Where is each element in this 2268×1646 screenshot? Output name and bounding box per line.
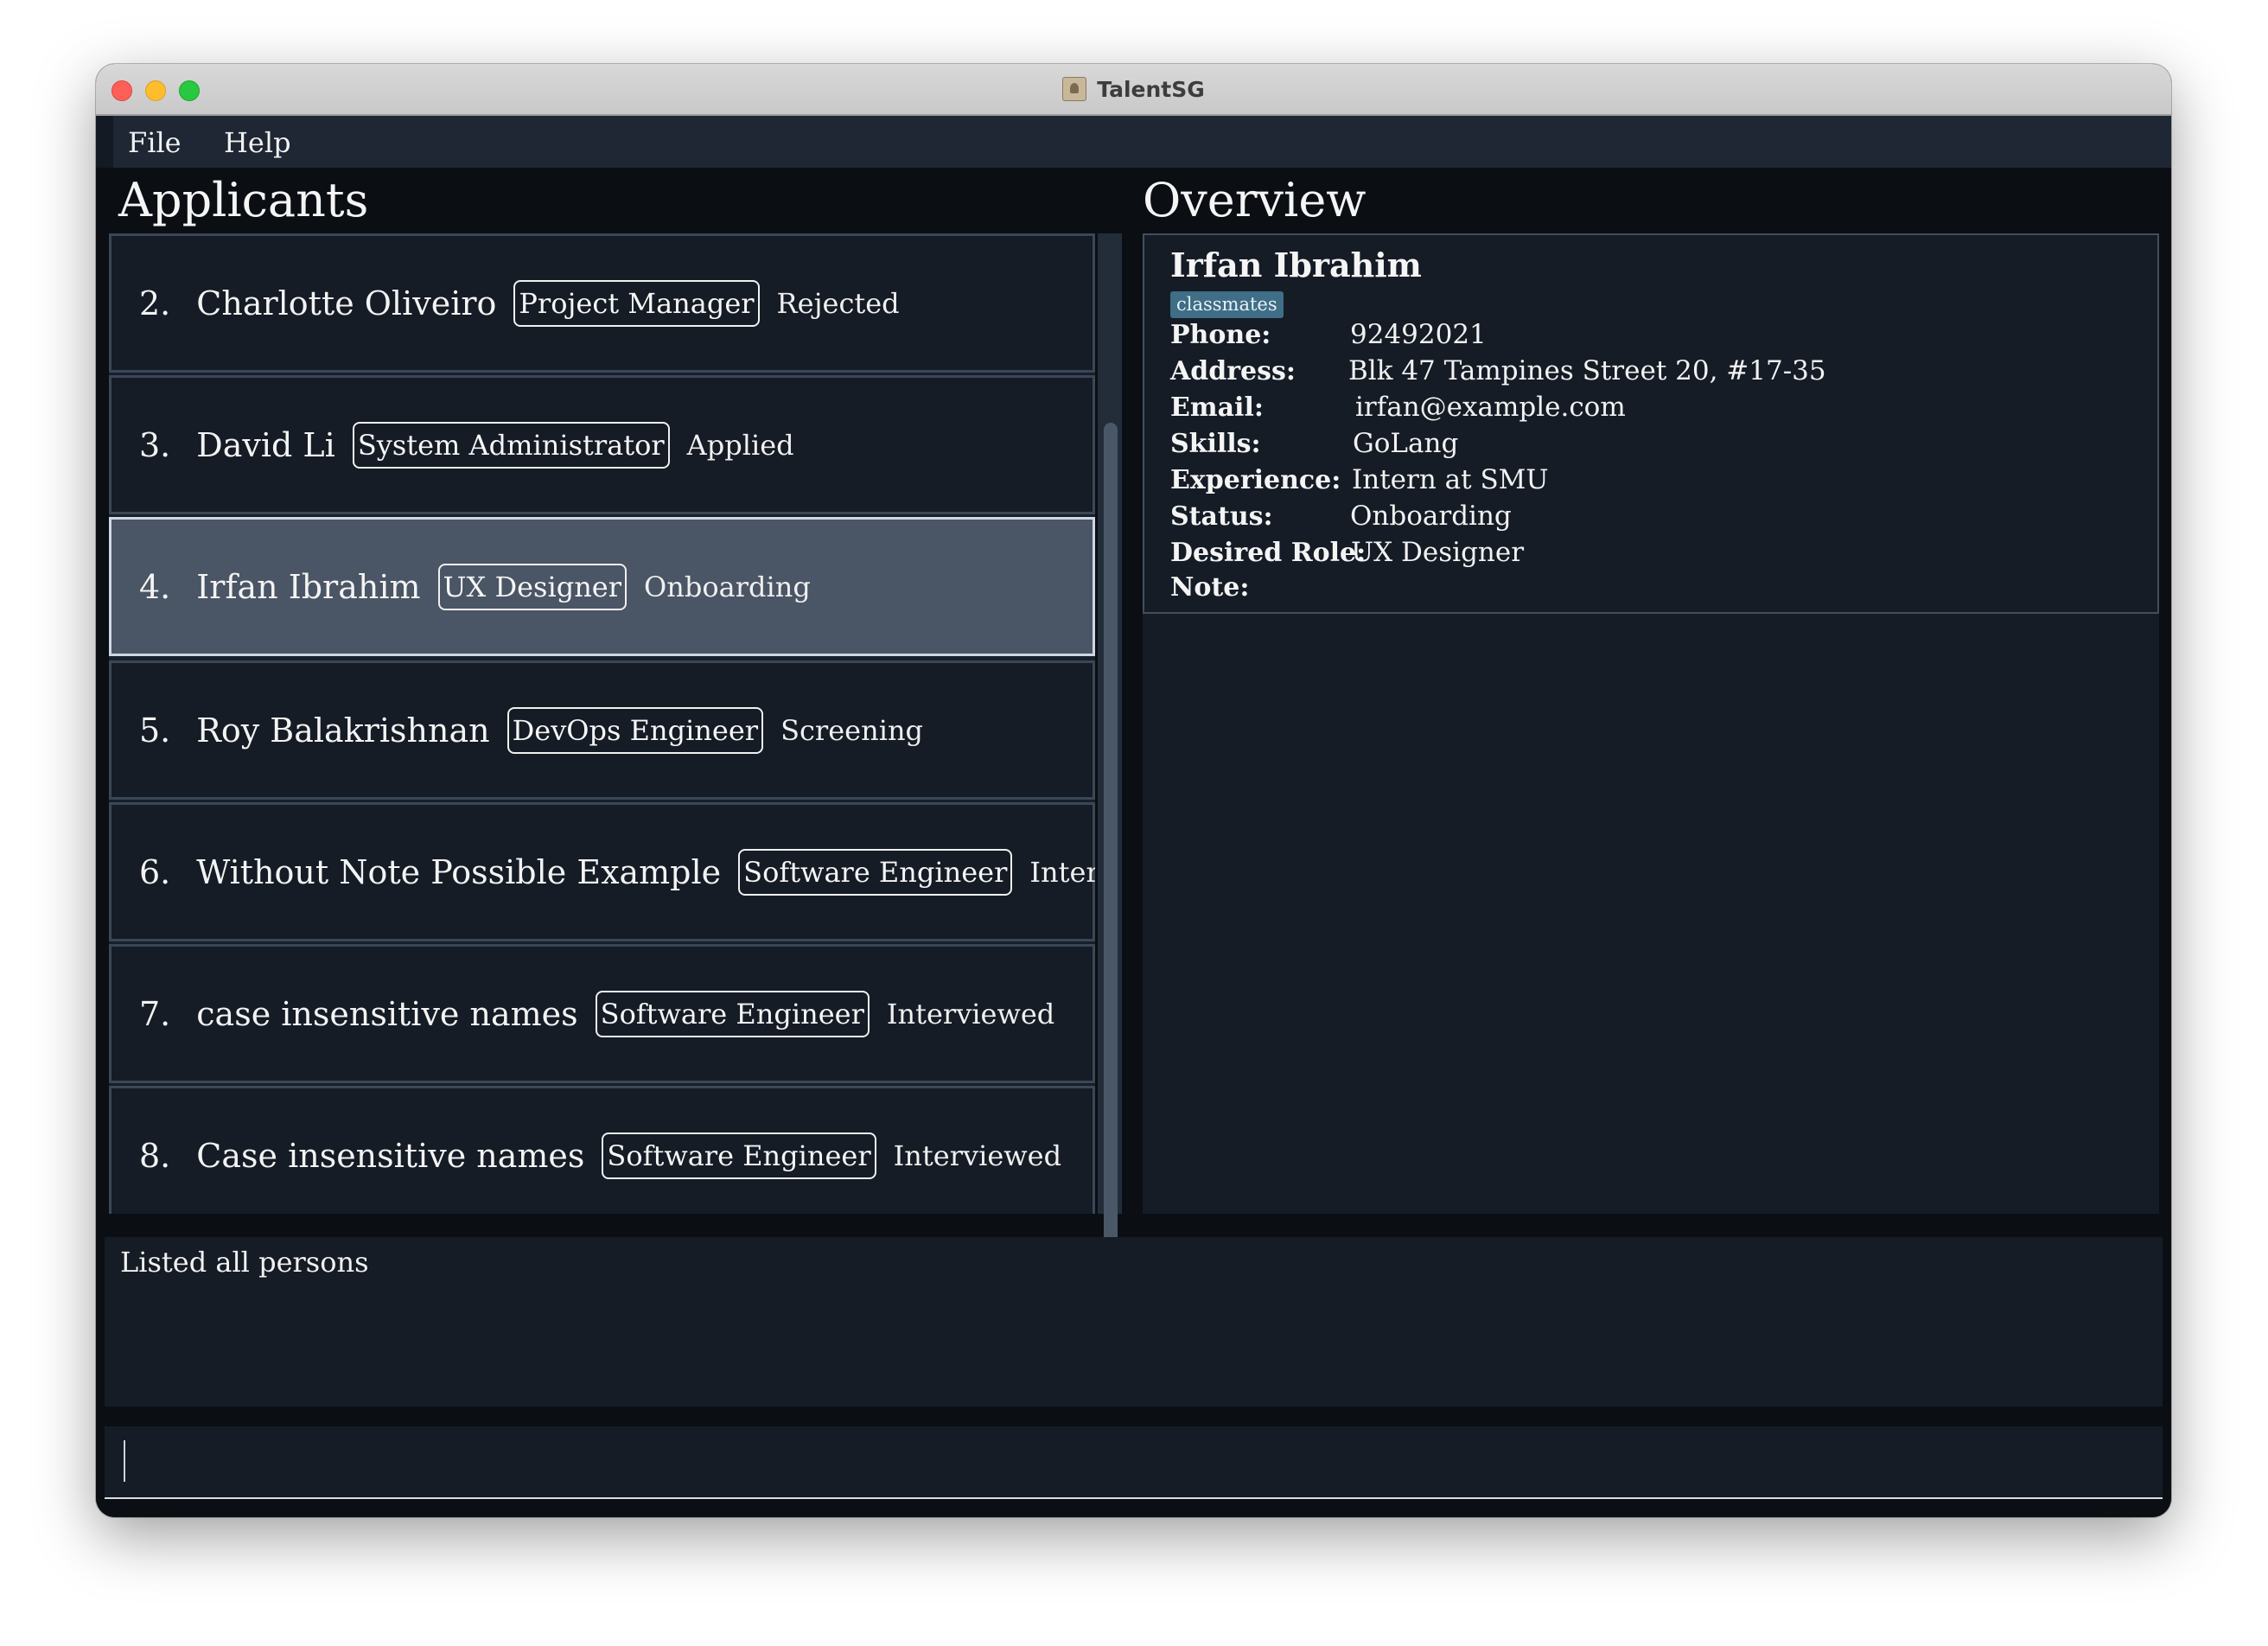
applicant-card-2[interactable]: 2. Charlotte Oliveiro Project Manager Re…: [109, 233, 1095, 373]
applicant-status: Interviewed: [886, 997, 1055, 1030]
applicant-index: 3.: [139, 425, 171, 464]
status-value: Onboarding: [1350, 501, 1512, 532]
applicant-list[interactable]: 2. Charlotte Oliveiro Project Manager Re…: [109, 233, 1095, 1214]
applicant-role-tag: Software Engineer: [602, 1132, 876, 1179]
phone-label: Phone:: [1170, 320, 1271, 350]
applicant-status: Applied: [686, 428, 794, 462]
address-value: Blk 47 Tampines Street 20, #17-35: [1348, 355, 1826, 386]
experience-value: Intern at SMU: [1352, 464, 1549, 495]
applicant-index: 5.: [139, 711, 171, 750]
detail-name: Irfan Ibrahim: [1170, 246, 1422, 284]
menu-help[interactable]: Help: [224, 126, 291, 159]
applicant-card-content: 3. David Li System Administrator Applied: [139, 378, 794, 512]
result-display: Listed all persons: [105, 1237, 2163, 1407]
applicant-index: 8.: [139, 1136, 171, 1175]
applicant-card-3[interactable]: 3. David Li System Administrator Applied: [109, 375, 1095, 514]
applicant-status: Screening: [780, 713, 924, 747]
detail-tag-badge: classmates: [1170, 291, 1284, 318]
experience-label: Experience:: [1170, 465, 1341, 495]
applicant-name: case insensitive names: [196, 994, 578, 1033]
applicant-status: Interviewed: [1029, 855, 1095, 889]
applicant-name: Charlotte Oliveiro: [196, 284, 497, 322]
applicant-status: Onboarding: [644, 570, 811, 603]
applicant-index: 6.: [139, 852, 171, 891]
applicant-role-tag: Software Engineer: [738, 848, 1013, 896]
skills-label: Skills:: [1170, 429, 1261, 459]
applicant-role-tag: System Administrator: [352, 421, 670, 469]
applicant-role-tag: UX Designer: [437, 563, 628, 610]
window-title-wrap: TalentSG: [96, 64, 2171, 114]
overview-title: Overview: [1143, 173, 1367, 227]
app-window: TalentSG File Help Applicants Overview 2…: [96, 64, 2171, 1517]
applicant-card-content: 6. Without Note Possible Example Softwar…: [139, 805, 1095, 939]
applicant-name: Without Note Possible Example: [196, 852, 722, 891]
applicant-card-content: 8. Case insensitive names Software Engin…: [139, 1088, 1061, 1214]
address-label: Address:: [1170, 356, 1296, 386]
applicant-card-8[interactable]: 8. Case insensitive names Software Engin…: [109, 1086, 1095, 1214]
app-icon: [1062, 77, 1087, 101]
applicant-card-content: 7. case insensitive names Software Engin…: [139, 947, 1054, 1081]
applicant-card-content: 5. Roy Balakrishnan DevOps Engineer Scre…: [139, 663, 923, 797]
applicant-status: Interviewed: [893, 1139, 1062, 1172]
result-message: Listed all persons: [120, 1246, 369, 1279]
applicant-index: 4.: [139, 567, 171, 606]
title-bar: TalentSG: [96, 64, 2171, 116]
applicant-name: Roy Balakrishnan: [196, 711, 490, 750]
applicant-list-scrollbar[interactable]: [1098, 233, 1122, 1257]
applicant-role-tag: DevOps Engineer: [506, 706, 764, 754]
applicant-card-content: 4. Irfan Ibrahim UX Designer Onboarding: [139, 520, 811, 654]
applicants-title: Applicants: [118, 173, 369, 227]
applicant-detail-card: Irfan Ibrahim classmates Phone: 92492021…: [1143, 233, 2159, 614]
command-input[interactable]: [105, 1426, 2163, 1499]
applicant-status: Rejected: [776, 286, 900, 320]
applicant-name: Case insensitive names: [196, 1136, 585, 1175]
overview-panel: Irfan Ibrahim classmates Phone: 92492021…: [1143, 233, 2159, 1214]
desired-role-value: UX Designer: [1351, 537, 1525, 568]
applicant-card-6[interactable]: 6. Without Note Possible Example Softwar…: [109, 802, 1095, 941]
applicant-role-tag: Software Engineer: [595, 990, 870, 1037]
note-label: Note:: [1170, 572, 1250, 603]
applicant-card-content: 2. Charlotte Oliveiro Project Manager Re…: [139, 236, 900, 370]
applicant-index: 2.: [139, 284, 171, 322]
menu-file[interactable]: File: [128, 126, 182, 159]
status-label: Status:: [1170, 501, 1273, 532]
email-value: irfan@example.com: [1355, 392, 1626, 423]
applicant-role-tag: Project Manager: [513, 279, 760, 327]
skills-value: GoLang: [1353, 428, 1459, 459]
applicant-card-5[interactable]: 5. Roy Balakrishnan DevOps Engineer Scre…: [109, 660, 1095, 800]
menu-bar: File Help: [113, 116, 2171, 168]
applicant-card-7[interactable]: 7. case insensitive names Software Engin…: [109, 944, 1095, 1083]
applicant-name: David Li: [196, 425, 335, 464]
email-label: Email:: [1170, 392, 1264, 423]
phone-value: 92492021: [1350, 319, 1487, 350]
desired-role-label: Desired Role:: [1170, 538, 1367, 568]
applicant-card-4-selected[interactable]: 4. Irfan Ibrahim UX Designer Onboarding: [109, 517, 1095, 656]
applicant-index: 7.: [139, 994, 171, 1033]
text-cursor: [124, 1440, 125, 1482]
applicant-name: Irfan Ibrahim: [196, 567, 421, 606]
scrollbar-thumb[interactable]: [1104, 423, 1118, 1257]
window-title: TalentSG: [1097, 76, 1205, 102]
